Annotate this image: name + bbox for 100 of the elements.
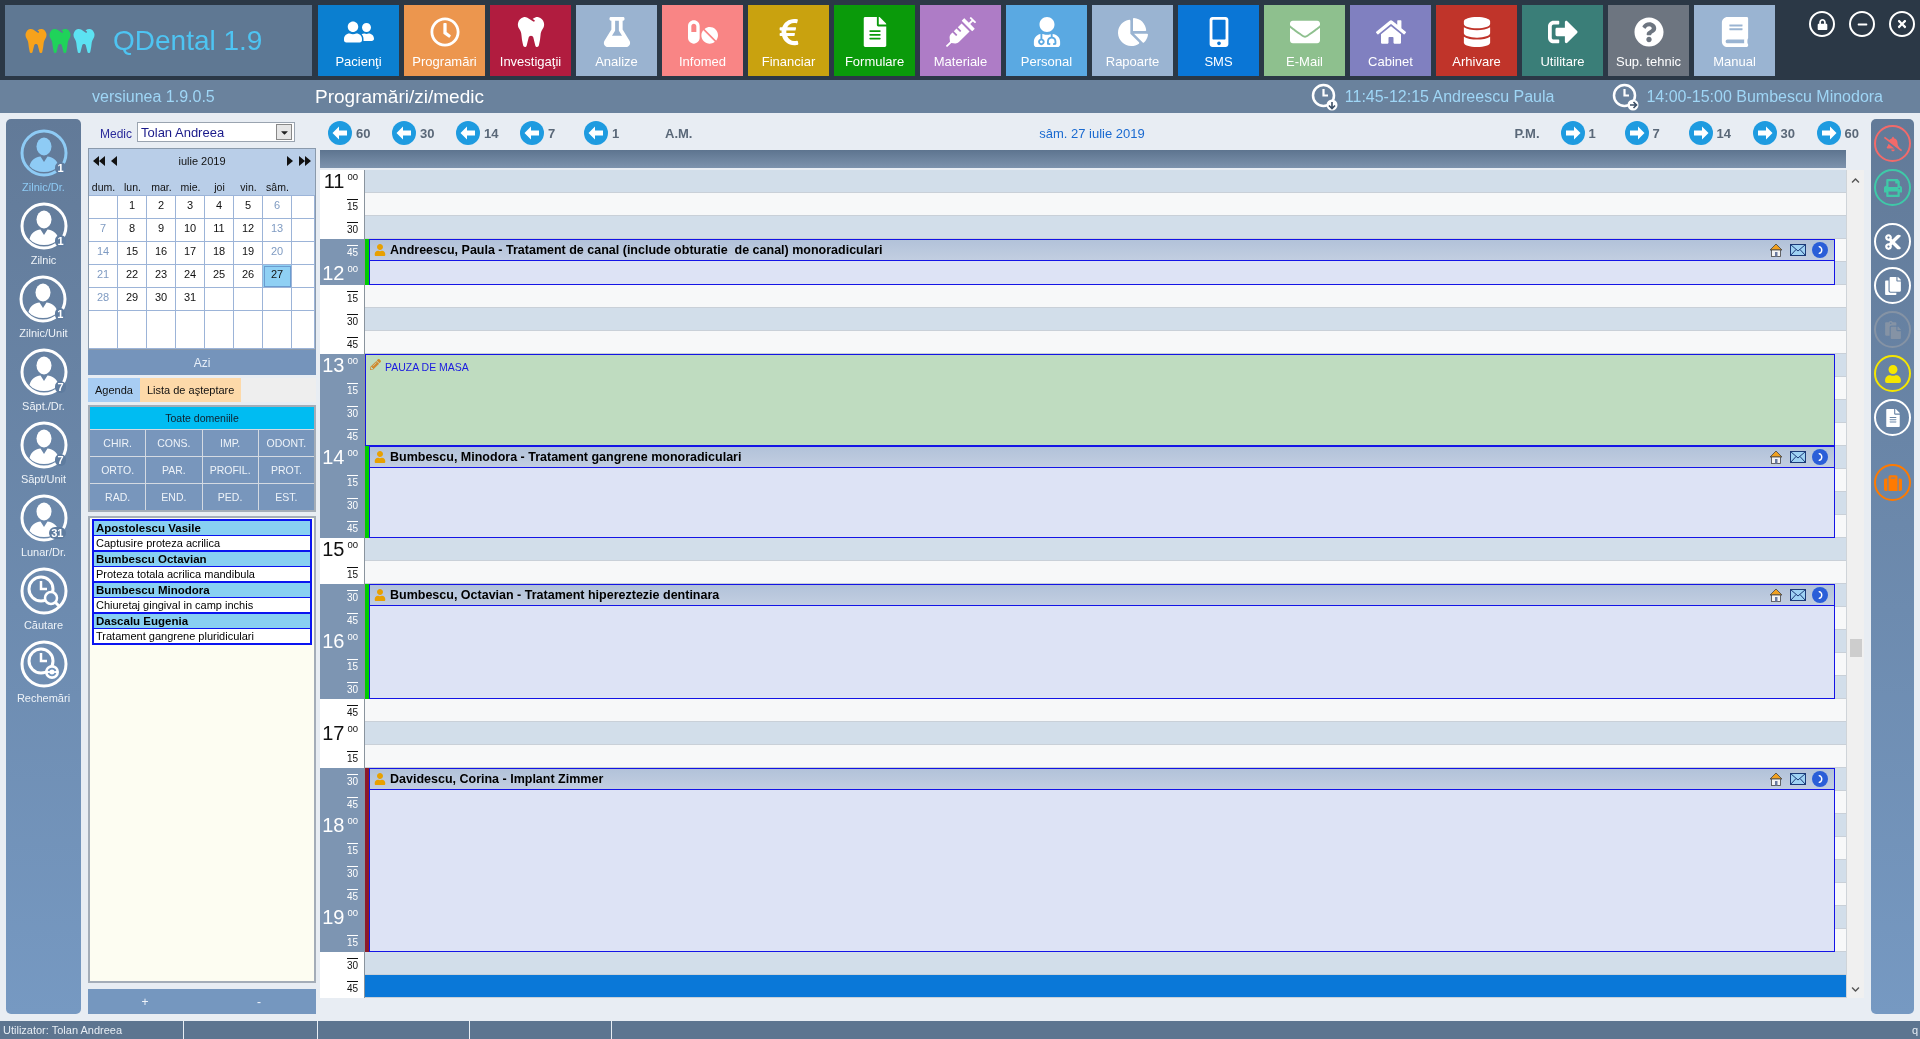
scissors-icon[interactable] bbox=[1874, 223, 1911, 260]
panel-tab[interactable]: Agenda bbox=[88, 378, 140, 402]
envelope-icon[interactable] bbox=[1790, 451, 1806, 463]
calendar-day[interactable]: 27 bbox=[263, 265, 292, 288]
reminder-text[interactable]: 11:45-12:15 Andreescu Paula bbox=[1344, 87, 1555, 106]
domain-button[interactable]: PROT. bbox=[258, 457, 314, 483]
back-button[interactable]: 60 bbox=[328, 121, 392, 145]
back-button[interactable]: 1 bbox=[584, 121, 648, 145]
house-icon[interactable] bbox=[1768, 587, 1784, 603]
phone-icon[interactable] bbox=[1812, 587, 1828, 603]
phone-icon[interactable] bbox=[1812, 771, 1828, 787]
time-slot[interactable] bbox=[365, 975, 1846, 998]
forward-button[interactable]: 7 bbox=[1624, 121, 1689, 145]
panel-tab[interactable]: Lista de aşteptare bbox=[139, 378, 242, 402]
view-button[interactable]: 7 Săpt/Unit bbox=[19, 421, 68, 485]
break-block[interactable]: PAUZA DE MASA bbox=[365, 354, 1835, 446]
time-slot[interactable] bbox=[1835, 377, 1846, 400]
calendar-day[interactable]: 28 bbox=[89, 288, 118, 311]
house-icon[interactable] bbox=[1768, 242, 1784, 258]
calendar-day[interactable]: 4 bbox=[205, 196, 234, 219]
back-button[interactable]: 7 bbox=[520, 121, 584, 145]
calendar-day[interactable]: 19 bbox=[234, 242, 263, 265]
module-button[interactable]: Cabinet bbox=[1350, 5, 1431, 76]
double-arrow-right-icon[interactable] bbox=[299, 155, 311, 167]
calendar-day[interactable]: 12 bbox=[234, 219, 263, 242]
time-slot[interactable] bbox=[1835, 607, 1846, 630]
back-button[interactable]: 30 bbox=[392, 121, 456, 145]
domain-button[interactable]: ORTO. bbox=[90, 457, 146, 483]
time-slot[interactable] bbox=[365, 331, 1846, 354]
phone-icon[interactable] bbox=[1812, 449, 1828, 465]
module-button[interactable]: Formulare bbox=[834, 5, 915, 76]
calendar-day[interactable]: 31 bbox=[176, 288, 205, 311]
medic-dropdown[interactable]: Tolan Andreea bbox=[137, 122, 295, 142]
copy-icon[interactable] bbox=[1874, 267, 1911, 304]
close-icon[interactable] bbox=[1889, 11, 1915, 37]
calendar-day[interactable]: 9 bbox=[147, 219, 176, 242]
waiting-list-entry[interactable]: Dascalu Eugenia Tratament gangrene pluridiculari bbox=[92, 612, 312, 645]
time-slot[interactable] bbox=[365, 285, 1846, 308]
calendar-day[interactable]: 11 bbox=[205, 219, 234, 242]
calendar-day[interactable]: 1 bbox=[118, 196, 147, 219]
module-button[interactable]: Sup. tehnic bbox=[1608, 5, 1689, 76]
calendar-day[interactable]: 6 bbox=[263, 196, 292, 219]
person-icon[interactable] bbox=[1874, 355, 1911, 392]
appointment-card[interactable]: Bumbescu, Minodora - Tratament gangrene monoradiculari bbox=[369, 446, 1835, 538]
domain-button[interactable]: PAR. bbox=[146, 457, 202, 483]
time-slot[interactable] bbox=[1835, 791, 1846, 814]
view-button[interactable]: 31 Lunar/Dr. bbox=[19, 494, 68, 558]
domain-button[interactable]: CHIR. bbox=[90, 430, 146, 456]
calendar-day[interactable]: 16 bbox=[147, 242, 176, 265]
time-slot[interactable] bbox=[1835, 837, 1846, 860]
calendar-day[interactable]: 5 bbox=[234, 196, 263, 219]
time-slot[interactable] bbox=[1835, 239, 1846, 262]
time-slot[interactable] bbox=[1835, 653, 1846, 676]
calendar-day[interactable]: 13 bbox=[263, 219, 292, 242]
calendar-day[interactable]: 3 bbox=[176, 196, 205, 219]
minimize-icon[interactable] bbox=[1849, 11, 1875, 37]
module-button[interactable]: SMS bbox=[1178, 5, 1259, 76]
calendar-day[interactable]: 30 bbox=[147, 288, 176, 311]
time-slot[interactable] bbox=[1835, 515, 1846, 538]
domain-button[interactable]: END. bbox=[146, 484, 202, 510]
caret-icon[interactable] bbox=[276, 124, 292, 140]
module-button[interactable]: Personal bbox=[1006, 5, 1087, 76]
module-button[interactable]: Investigaţii bbox=[490, 5, 571, 76]
view-button[interactable]: 1 Zilnic bbox=[19, 202, 68, 266]
calendar-day[interactable]: 21 bbox=[89, 265, 118, 288]
house-icon[interactable] bbox=[1768, 449, 1784, 465]
double-arrow-left-icon[interactable] bbox=[93, 155, 105, 167]
printer-icon[interactable] bbox=[1874, 169, 1911, 206]
bell-off-icon[interactable] bbox=[1874, 125, 1911, 162]
calendar-day[interactable]: 22 bbox=[118, 265, 147, 288]
chevron-down-icon[interactable] bbox=[1851, 985, 1860, 994]
calendar-day[interactable]: 14 bbox=[89, 242, 118, 265]
domain-button[interactable]: CONS. bbox=[146, 430, 202, 456]
calendar-day[interactable]: 18 bbox=[205, 242, 234, 265]
time-slot[interactable] bbox=[1835, 883, 1846, 906]
view-button[interactable]: Rechemări bbox=[16, 640, 71, 704]
calendar-day[interactable]: 26 bbox=[234, 265, 263, 288]
time-slot[interactable] bbox=[1835, 929, 1846, 952]
appointment-card[interactable]: Andreescu, Paula - Tratament de canal (include obturatie de canal) monoradiculari bbox=[369, 239, 1835, 285]
module-button[interactable]: Utilitare bbox=[1522, 5, 1603, 76]
calendar-day[interactable]: 10 bbox=[176, 219, 205, 242]
envelope-icon[interactable] bbox=[1790, 773, 1806, 785]
domain-button[interactable]: PED. bbox=[202, 484, 258, 510]
forward-button[interactable]: 60 bbox=[1816, 121, 1859, 145]
house-icon[interactable] bbox=[1768, 771, 1784, 787]
chevron-up-icon[interactable] bbox=[1851, 176, 1860, 185]
waiting-list-entry[interactable]: Bumbescu Octavian Proteza totala acrilica mandibula bbox=[92, 550, 312, 583]
scrollbar-track[interactable] bbox=[1846, 170, 1864, 998]
envelope-icon[interactable] bbox=[1790, 589, 1806, 601]
view-button[interactable]: Căutare bbox=[19, 567, 68, 631]
envelope-icon[interactable] bbox=[1790, 244, 1806, 256]
view-button[interactable]: 1 Zilnic/Dr. bbox=[19, 129, 68, 193]
time-slot[interactable] bbox=[365, 699, 1846, 722]
phone-icon[interactable] bbox=[1812, 242, 1828, 258]
lock-icon[interactable] bbox=[1809, 11, 1835, 37]
today-button[interactable]: Azi bbox=[88, 350, 316, 375]
calendar-day[interactable]: 20 bbox=[263, 242, 292, 265]
forward-button[interactable]: 14 bbox=[1688, 121, 1753, 145]
forward-button[interactable]: 1 bbox=[1560, 121, 1625, 145]
back-button[interactable]: 14 bbox=[456, 121, 520, 145]
